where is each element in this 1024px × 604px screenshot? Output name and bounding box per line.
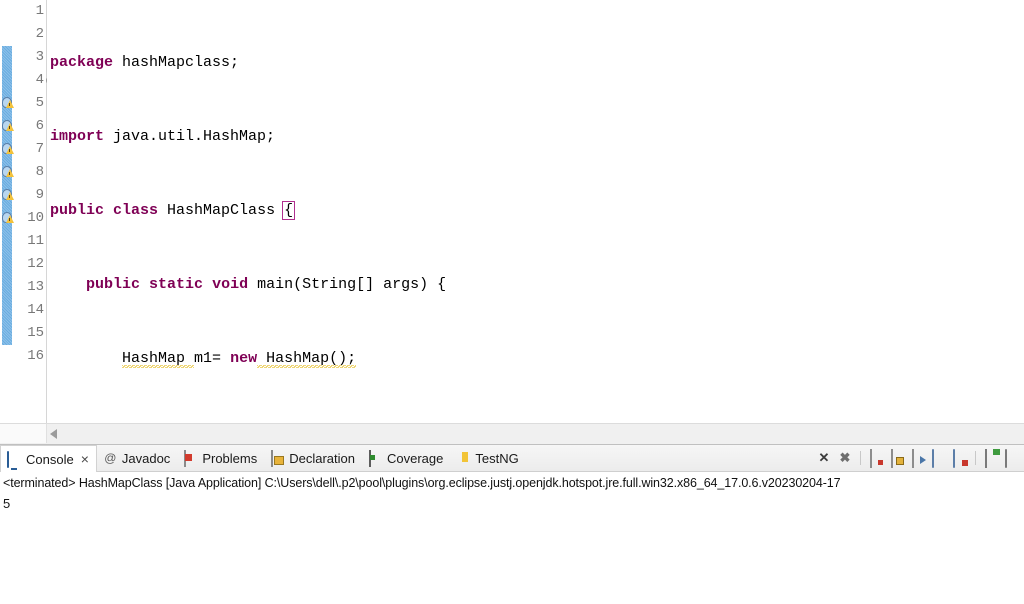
scroll-lock-icon <box>891 449 893 468</box>
tab-label: Coverage <box>387 450 444 466</box>
warning-marker-icon[interactable] <box>1 119 14 133</box>
show-console-button[interactable] <box>931 449 947 468</box>
java-editor[interactable]: 1 2 3 4 5 6 7 8 9 10 11 12 13 14 15 16 p… <box>0 0 1024 445</box>
line-number: 10 <box>27 210 44 226</box>
line-number: 9 <box>35 187 44 203</box>
testng-icon <box>456 451 471 466</box>
line-number: 14 <box>27 302 44 318</box>
tab-label: Declaration <box>289 450 355 466</box>
x-icon: ✕ <box>818 450 830 465</box>
line-number: 15 <box>27 325 44 341</box>
tab-label: Javadoc <box>121 450 171 466</box>
keyword-token: public <box>50 202 105 219</box>
line-number: 4 <box>16 69 55 92</box>
console-tab-bar: Console × @ Javadoc Problems Declaration… <box>0 445 1024 472</box>
word-wrap-button[interactable] <box>910 449 926 468</box>
pin-console-button[interactable] <box>1004 449 1020 468</box>
console-icon <box>7 450 22 468</box>
coverage-icon <box>368 449 383 467</box>
console-view: Console × @ Javadoc Problems Declaration… <box>0 445 1024 604</box>
code-text-area[interactable]: package hashMapclass; import java.util.H… <box>50 0 1024 423</box>
launch-configuration-header: <terminated> HashMapClass [Java Applicat… <box>0 472 1024 493</box>
line-number: 3 <box>35 49 44 65</box>
code-token: HashMap(); <box>257 350 357 367</box>
code-line[interactable]: HashMap m1= new HashMap(); <box>50 347 1024 370</box>
editor-horizontal-scrollbar[interactable] <box>0 423 1024 444</box>
tab-label: Problems <box>202 450 258 466</box>
problems-icon <box>183 449 198 467</box>
variable-token: m1 <box>194 350 213 367</box>
line-number: 13 <box>27 279 44 295</box>
warning-marker-icon[interactable] <box>1 165 14 179</box>
tab-problems[interactable]: Problems <box>177 445 264 471</box>
open-console-button[interactable] <box>983 449 999 468</box>
line-number: 2 <box>35 26 44 42</box>
open-console-icon <box>985 449 987 468</box>
editor-body[interactable]: 1 2 3 4 5 6 7 8 9 10 11 12 13 14 15 16 p… <box>0 0 1024 423</box>
matching-bracket: { <box>282 201 296 220</box>
scroll-left-arrow-icon[interactable] <box>50 429 57 439</box>
code-line[interactable]: package hashMapclass; <box>50 51 1024 74</box>
code-line[interactable]: public class HashMapClass { <box>50 199 1024 222</box>
display-console-icon <box>953 449 955 468</box>
display-selected-console-button[interactable] <box>952 449 968 468</box>
tab-label: Console <box>26 451 74 467</box>
warning-marker-icon[interactable] <box>1 211 14 225</box>
show-console-icon <box>932 449 934 468</box>
tab-label: TestNG <box>475 450 519 466</box>
clear-console-icon <box>870 449 872 468</box>
tab-coverage[interactable]: Coverage <box>362 445 450 471</box>
tab-testng[interactable]: TestNG <box>450 445 525 471</box>
code-line[interactable]: import java.util.HashMap; <box>50 125 1024 148</box>
type-token: HashMap <box>122 350 195 367</box>
line-number: 6 <box>35 118 44 134</box>
line-number: 1 <box>35 3 44 19</box>
toolbar-separator <box>860 451 861 465</box>
remove-all-launches-button[interactable]: ✖ <box>837 450 853 466</box>
keyword-token: new <box>230 350 258 367</box>
line-number-ruler: 1 2 3 4 5 6 7 8 9 10 11 12 13 14 15 16 <box>16 0 55 423</box>
console-output[interactable]: 5 <box>0 493 1024 604</box>
keyword-token: package <box>50 54 114 71</box>
code-token: java.util.HashMap; <box>104 128 276 145</box>
toolbar-separator <box>975 451 976 465</box>
terminate-button[interactable] <box>795 450 811 466</box>
code-line[interactable]: public static void main(String[] args) { <box>50 273 1024 296</box>
remove-launch-button[interactable]: ✕ <box>816 450 832 466</box>
editor-annotation-gutter[interactable] <box>0 0 17 423</box>
javadoc-icon: @ <box>104 450 117 465</box>
pin-console-icon <box>1005 449 1007 468</box>
keyword-token: void <box>212 276 249 293</box>
double-x-icon: ✖ <box>839 450 851 465</box>
line-number: 16 <box>27 348 44 364</box>
line-number: 8 <box>35 164 44 180</box>
warning-marker-icon[interactable] <box>1 96 14 110</box>
scroll-lock-button[interactable] <box>889 449 905 468</box>
tab-javadoc[interactable]: @ Javadoc <box>97 445 177 471</box>
line-number: 7 <box>35 141 44 157</box>
line-number: 11 <box>27 233 44 249</box>
console-toolbar: ✕ ✖ <box>795 445 1020 471</box>
class-name-token: HashMapClass <box>158 202 285 219</box>
tab-console[interactable]: Console × <box>0 445 97 472</box>
line-number: 12 <box>27 256 44 272</box>
keyword-token: static <box>149 276 204 293</box>
eclipse-ide-window: 1 2 3 4 5 6 7 8 9 10 11 12 13 14 15 16 p… <box>0 0 1024 604</box>
scrollbar-corner <box>0 424 47 443</box>
keyword-token: public <box>86 276 141 293</box>
code-token: hashMapclass; <box>113 54 240 71</box>
keyword-token: class <box>113 202 159 219</box>
word-wrap-icon <box>912 449 914 468</box>
declaration-icon <box>270 449 285 467</box>
clear-console-button[interactable] <box>868 449 884 468</box>
code-token: main(String[] args) { <box>248 276 447 293</box>
warning-marker-icon[interactable] <box>1 188 14 202</box>
keyword-token: import <box>50 128 105 145</box>
line-number: 5 <box>35 95 44 111</box>
tab-declaration[interactable]: Declaration <box>264 445 362 471</box>
warning-marker-icon[interactable] <box>1 142 14 156</box>
close-icon[interactable]: × <box>81 452 89 466</box>
